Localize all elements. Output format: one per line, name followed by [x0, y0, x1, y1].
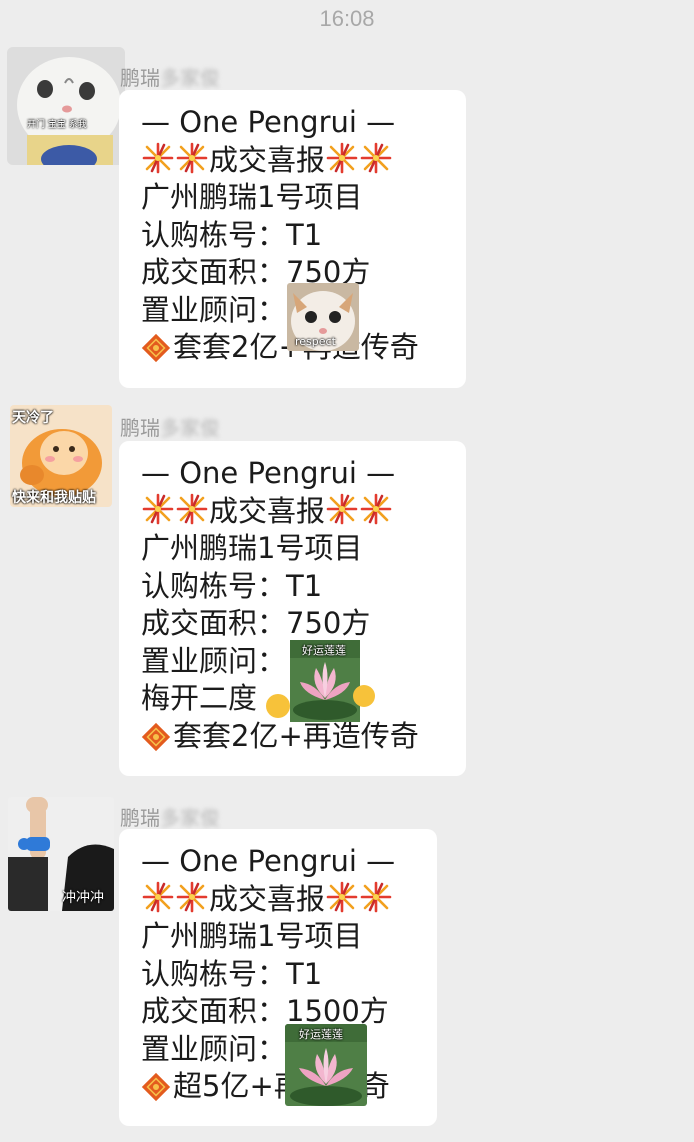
firework-icon	[359, 881, 393, 913]
headline-line: 成交喜报	[141, 881, 415, 919]
firework-icon	[141, 142, 175, 174]
sticker-caption: respect	[295, 335, 336, 348]
brand-line: — One Pengrui —	[141, 456, 396, 490]
headline-line: 成交喜报	[141, 142, 444, 180]
ingot-icon	[141, 1072, 171, 1102]
firework-icon	[325, 142, 359, 174]
sender-name: 鹏瑞多家俊	[120, 806, 220, 830]
firework-icon	[175, 142, 209, 174]
firework-icon	[141, 493, 175, 525]
avatar-caption: 冲冲冲	[62, 890, 104, 906]
firework-icon	[175, 881, 209, 913]
firework-icon	[175, 493, 209, 525]
status-time: 16:08	[319, 6, 375, 31]
avatar[interactable]: 冲冲冲	[8, 797, 114, 911]
building-line: 认购栋号：T1	[141, 568, 323, 603]
firework-icon	[325, 881, 359, 913]
avatar-caption-bottom: 快来和我贴贴	[12, 490, 96, 506]
cat-avatar-image	[7, 47, 125, 165]
closing-line: 超5亿+再造传奇	[141, 1068, 415, 1106]
building-line: 认购栋号：T1	[141, 956, 323, 991]
headline-line: 成交喜报	[141, 493, 444, 531]
brand-line: — One Pengrui —	[141, 844, 396, 878]
project-line: 广州鹏瑞1号项目	[141, 531, 363, 565]
firework-icon	[325, 493, 359, 525]
closing-line: 套套2亿+再造传奇	[141, 718, 444, 756]
brand-line: — One Pengrui —	[141, 105, 396, 139]
avatar[interactable]: 开门 宝宝 系我	[7, 47, 125, 165]
sender-name: 鹏瑞多家俊	[120, 416, 220, 440]
message-bubble[interactable]: — One Pengrui — 成交喜报 广州鹏瑞1号项目 认购栋号：T1 成交…	[119, 441, 466, 776]
lotus-sticker[interactable]: 好运莲莲	[285, 1024, 367, 1106]
sticker-caption: 好运莲莲	[299, 1028, 343, 1041]
ingot-icon	[141, 722, 171, 752]
firework-icon	[359, 493, 393, 525]
firework-icon	[359, 142, 393, 174]
message-bubble[interactable]: — One Pengrui — 成交喜报 广州鹏瑞1号项目 认购栋号：T1 成交…	[119, 829, 437, 1126]
area-line: 成交面积：1500方	[141, 994, 389, 1028]
project-line: 广州鹏瑞1号项目	[141, 180, 363, 214]
sender-name: 鹏瑞多家俊	[120, 66, 220, 90]
ingot-icon	[141, 333, 171, 363]
consultant-line: 置业顾问：	[141, 1031, 287, 1066]
avatar[interactable]: 天冷了 快来和我贴贴	[10, 405, 112, 507]
avatar-caption-top: 天冷了	[12, 410, 54, 426]
lotus-sticker[interactable]: 好运莲莲	[264, 640, 376, 722]
sticker-caption: 好运莲莲	[302, 644, 346, 657]
area-line: 成交面积：750方	[141, 606, 371, 640]
project-line: 广州鹏瑞1号项目	[141, 919, 363, 953]
building-line: 认购栋号：T1	[141, 217, 323, 252]
avatar-caption: 开门 宝宝 系我	[27, 120, 87, 130]
cat-sticker[interactable]: respect	[287, 283, 359, 351]
firework-icon	[141, 881, 175, 913]
